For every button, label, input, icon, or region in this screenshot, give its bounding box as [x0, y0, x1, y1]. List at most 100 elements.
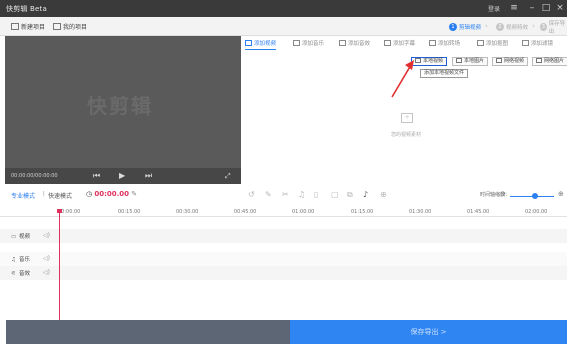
music-track[interactable]: ♫ 音乐 ◁)	[0, 252, 567, 266]
tab-add-filter[interactable]: 添加滤镜	[522, 38, 553, 50]
ruler-tick: 01:45.00	[467, 209, 490, 215]
player-controls: 00:00:00/00:00:00 ⏮ ▶ ⏭ ⤢	[5, 168, 241, 184]
cutout-icon	[477, 40, 484, 46]
mosaic-icon[interactable]: ⊕	[380, 190, 387, 200]
undo-icon[interactable]: ↺	[248, 190, 255, 200]
current-timecode: ◷ 00:00.00 ✎	[86, 190, 137, 198]
media-tabs: 添加视频 添加音乐 添加音效 添加字幕 添加转场 添加抠图 添加滤镜	[241, 38, 567, 50]
tab-add-music-label: 添加音乐	[302, 41, 325, 47]
music-track-label: ♫ 音乐	[11, 255, 30, 263]
ruler-tick: 00:30.00	[176, 209, 199, 215]
step-1-number: 1	[449, 22, 457, 31]
step-1-label: 剪辑视频	[459, 24, 482, 31]
timeline-ruler[interactable]: 00:00.00 00:15.00 00:30.00 00:45.00 01:0…	[0, 207, 567, 217]
tab-add-video-label: 添加视频	[254, 41, 277, 47]
login-link[interactable]: 登录	[488, 4, 500, 13]
pro-mode-tab[interactable]: 专业模式	[11, 191, 35, 200]
new-project-button[interactable]: 新建项目	[11, 22, 45, 31]
ruler-tick: 01:30.00	[409, 209, 432, 215]
timeline-toolbar: 专业模式 | 快速模式 ◷ 00:00.00 ✎ ↺ ✎ ✂ ♫ ▯ ▢ ⧉ ♪…	[0, 188, 567, 202]
zoom-slider-knob[interactable]	[532, 193, 538, 199]
ruler-tick: 00:45.00	[234, 209, 257, 215]
online-image-label: 网络图片	[544, 58, 565, 64]
step-3-label: 保存导出	[548, 20, 566, 35]
edit-time-icon[interactable]: ✎	[129, 190, 137, 198]
zoom-out-icon[interactable]: ⊖	[500, 190, 506, 198]
online-video-label: 网络视频	[504, 58, 525, 64]
step-1[interactable]: 1 剪辑视频	[449, 21, 481, 32]
edit-icon[interactable]: ✎	[265, 190, 272, 200]
zoom-in-icon[interactable]: ⊕	[558, 190, 564, 198]
new-project-icon	[11, 23, 19, 30]
speaker-icon[interactable]: ◁)	[43, 269, 50, 276]
previous-frame-icon[interactable]: ⏮	[93, 171, 100, 181]
empty-media-hint: 您的视频素材	[391, 132, 422, 138]
crop-icon[interactable]: ▢	[331, 190, 339, 200]
menu-icon[interactable]: ≡	[508, 2, 520, 14]
ruler-tick: 02:00.00	[525, 209, 548, 215]
step-2-number: 2	[496, 22, 504, 31]
text-icon	[384, 40, 391, 46]
mode-separator: |	[43, 191, 45, 197]
tab-add-music[interactable]: 添加音乐	[293, 38, 324, 50]
video-icon	[245, 40, 252, 46]
timecode-value: 00:00.00	[94, 190, 130, 198]
video-track-name: 视频	[19, 234, 31, 240]
speaker-icon[interactable]: ◁)	[43, 232, 50, 239]
local-video-button[interactable]: 本地视频	[411, 57, 448, 66]
chevron-right-icon: ›	[532, 22, 535, 30]
tab-add-cutout[interactable]: 添加抠图	[477, 38, 508, 50]
tooltip: 添加本地视频文件	[420, 69, 469, 78]
sound-effect-track[interactable]: ⚟ 音效 ◁)	[0, 266, 567, 280]
ruler-tick: 00:15.00	[118, 209, 141, 215]
close-icon[interactable]: ×	[554, 2, 566, 14]
fast-mode-tab[interactable]: 快速模式	[48, 191, 72, 200]
local-image-button[interactable]: 本地图片	[452, 57, 489, 66]
folder-icon	[53, 23, 61, 30]
online-image-button[interactable]: 网络图片	[532, 57, 567, 66]
local-image-icon	[456, 58, 462, 63]
tab-add-filter-label: 添加滤镜	[531, 41, 554, 47]
speaker-icon[interactable]: ◁)	[43, 255, 50, 262]
sound-effect-icon	[339, 40, 346, 46]
video-track[interactable]: ▭ 视频 ◁)	[0, 229, 567, 243]
preview-watermark: 快剪辑	[87, 94, 153, 118]
music-icon	[293, 40, 300, 46]
tab-add-transition[interactable]: 添加转场	[429, 38, 460, 50]
video-icon: ▭	[11, 234, 17, 240]
tab-add-subtitle[interactable]: 添加字幕	[384, 38, 415, 50]
music-track-name: 音乐	[19, 257, 31, 263]
step-2-label: 视频特效	[506, 24, 529, 31]
playhead[interactable]	[59, 209, 60, 320]
tab-add-transition-label: 添加转场	[438, 41, 461, 47]
speed-icon[interactable]: ♫	[298, 190, 305, 200]
step-2[interactable]: 2 视频特效	[496, 21, 528, 32]
play-icon[interactable]: ▶	[119, 171, 125, 181]
online-video-button[interactable]: 网络视频	[492, 57, 529, 66]
ruler-tick: 01:15.00	[351, 209, 374, 215]
minimize-icon[interactable]: –	[526, 2, 538, 14]
sfx-track-name: 音效	[19, 271, 31, 277]
cut-icon[interactable]: ✂	[282, 190, 289, 200]
filter-icon	[522, 40, 529, 46]
title-bar: 快剪辑 Beta 登录 ≡ – □ ×	[0, 0, 567, 17]
next-frame-icon[interactable]: ⏭	[145, 171, 152, 181]
audio-icon[interactable]: ♪	[363, 190, 368, 200]
add-media-icon[interactable]: +	[401, 113, 413, 123]
my-projects-button[interactable]: 我的项目	[53, 22, 87, 31]
tab-add-cutout-label: 添加抠图	[486, 41, 509, 47]
tab-add-sfx-label: 添加音效	[348, 41, 371, 47]
fullscreen-icon[interactable]: ⤢	[225, 171, 231, 181]
tab-add-video[interactable]: 添加视频	[245, 38, 277, 50]
copy-icon[interactable]: ⧉	[347, 190, 353, 200]
delete-icon[interactable]: ▯	[314, 190, 318, 200]
sfx-track-label: ⚟ 音效	[11, 269, 30, 277]
save-export-button[interactable]: 保存导出 >	[290, 320, 567, 344]
chevron-right-icon: ›	[485, 22, 488, 30]
app-title: 快剪辑 Beta	[6, 5, 47, 13]
transition-icon	[429, 40, 436, 46]
tab-add-sfx[interactable]: 添加音效	[339, 38, 370, 50]
step-3[interactable]: 3 保存导出	[540, 20, 567, 35]
player-time: 00:00:00/00:00:00	[11, 173, 58, 179]
maximize-icon[interactable]: □	[540, 2, 552, 14]
